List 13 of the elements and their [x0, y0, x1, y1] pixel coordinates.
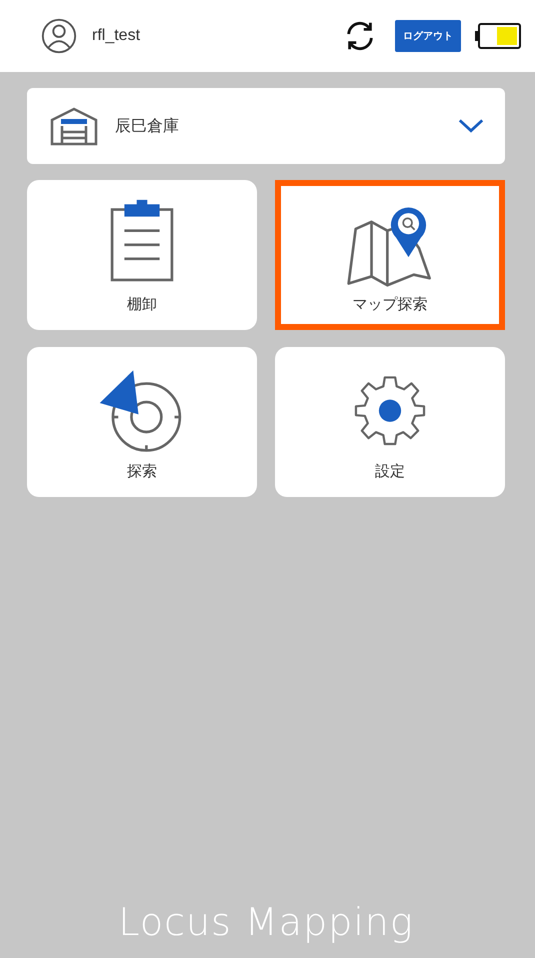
- warehouse-name: 辰巳倉庫: [115, 116, 179, 136]
- menu-tile[interactable]: マップ探索: [275, 180, 505, 330]
- logout-button[interactable]: ログアウト: [395, 20, 461, 52]
- user-icon: [40, 17, 78, 55]
- menu-tile[interactable]: 棚卸: [27, 180, 257, 330]
- menu-tile[interactable]: 設定: [275, 347, 505, 497]
- chevron-down-icon: [457, 117, 485, 135]
- app-logo: Locus Mapping: [118, 900, 414, 944]
- warehouse-icon: [49, 106, 99, 146]
- menu-tile[interactable]: 探索: [27, 347, 257, 497]
- warehouse-dropdown[interactable]: 辰巳倉庫: [27, 88, 505, 164]
- username: rfl_test: [92, 27, 140, 45]
- battery-icon: [475, 23, 521, 49]
